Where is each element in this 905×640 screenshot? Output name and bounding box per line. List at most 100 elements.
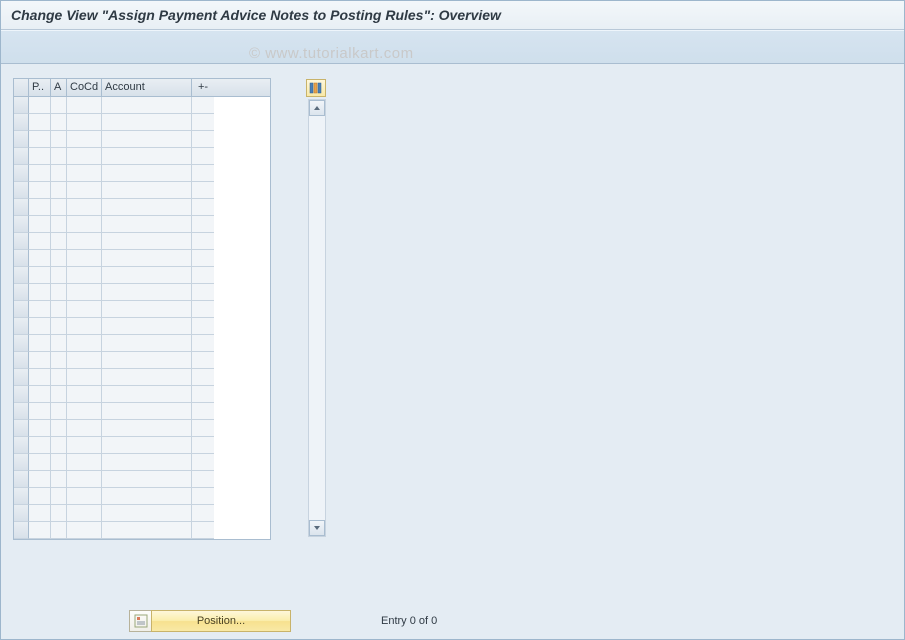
- cell-a[interactable]: [51, 318, 67, 335]
- cell-cocd[interactable]: [67, 454, 102, 471]
- cell-p[interactable]: [29, 114, 51, 131]
- table-row[interactable]: [14, 233, 270, 250]
- cell-p[interactable]: [29, 233, 51, 250]
- cell-cocd[interactable]: [67, 437, 102, 454]
- cell-plusminus[interactable]: [192, 386, 214, 403]
- table-row[interactable]: [14, 318, 270, 335]
- cell-cocd[interactable]: [67, 471, 102, 488]
- cell-a[interactable]: [51, 369, 67, 386]
- cell-p[interactable]: [29, 318, 51, 335]
- cell-p[interactable]: [29, 369, 51, 386]
- position-icon[interactable]: [129, 610, 151, 632]
- cell-a[interactable]: [51, 437, 67, 454]
- cell-plusminus[interactable]: [192, 488, 214, 505]
- cell-account[interactable]: [102, 437, 192, 454]
- cell-account[interactable]: [102, 233, 192, 250]
- table-row[interactable]: [14, 216, 270, 233]
- cell-account[interactable]: [102, 420, 192, 437]
- cell-a[interactable]: [51, 216, 67, 233]
- cell-plusminus[interactable]: [192, 335, 214, 352]
- cell-a[interactable]: [51, 131, 67, 148]
- cell-cocd[interactable]: [67, 267, 102, 284]
- vertical-scrollbar[interactable]: [308, 99, 326, 537]
- cell-p[interactable]: [29, 284, 51, 301]
- cell-account[interactable]: [102, 250, 192, 267]
- cell-account[interactable]: [102, 488, 192, 505]
- cell-a[interactable]: [51, 114, 67, 131]
- cell-p[interactable]: [29, 403, 51, 420]
- cell-account[interactable]: [102, 148, 192, 165]
- cell-a[interactable]: [51, 505, 67, 522]
- cell-account[interactable]: [102, 386, 192, 403]
- cell-plusminus[interactable]: [192, 182, 214, 199]
- cell-p[interactable]: [29, 471, 51, 488]
- cell-cocd[interactable]: [67, 148, 102, 165]
- cell-p[interactable]: [29, 437, 51, 454]
- table-row[interactable]: [14, 165, 270, 182]
- row-selector[interactable]: [14, 114, 29, 131]
- row-selector[interactable]: [14, 335, 29, 352]
- cell-p[interactable]: [29, 250, 51, 267]
- cell-a[interactable]: [51, 522, 67, 539]
- cell-plusminus[interactable]: [192, 114, 214, 131]
- cell-account[interactable]: [102, 335, 192, 352]
- cell-account[interactable]: [102, 454, 192, 471]
- cell-p[interactable]: [29, 386, 51, 403]
- cell-cocd[interactable]: [67, 522, 102, 539]
- cell-account[interactable]: [102, 97, 192, 114]
- table-row[interactable]: [14, 148, 270, 165]
- cell-cocd[interactable]: [67, 386, 102, 403]
- cell-cocd[interactable]: [67, 318, 102, 335]
- cell-account[interactable]: [102, 318, 192, 335]
- cell-a[interactable]: [51, 267, 67, 284]
- table-row[interactable]: [14, 454, 270, 471]
- cell-account[interactable]: [102, 505, 192, 522]
- cell-account[interactable]: [102, 199, 192, 216]
- cell-plusminus[interactable]: [192, 199, 214, 216]
- cell-plusminus[interactable]: [192, 352, 214, 369]
- row-selector[interactable]: [14, 437, 29, 454]
- cell-a[interactable]: [51, 148, 67, 165]
- table-row[interactable]: [14, 352, 270, 369]
- cell-a[interactable]: [51, 420, 67, 437]
- table-row[interactable]: [14, 505, 270, 522]
- cell-a[interactable]: [51, 403, 67, 420]
- cell-cocd[interactable]: [67, 199, 102, 216]
- cell-cocd[interactable]: [67, 114, 102, 131]
- table-row[interactable]: [14, 471, 270, 488]
- cell-plusminus[interactable]: [192, 454, 214, 471]
- cell-p[interactable]: [29, 97, 51, 114]
- col-header-a[interactable]: A: [51, 79, 67, 96]
- row-selector[interactable]: [14, 403, 29, 420]
- table-row[interactable]: [14, 335, 270, 352]
- table-row[interactable]: [14, 369, 270, 386]
- cell-p[interactable]: [29, 454, 51, 471]
- row-selector[interactable]: [14, 488, 29, 505]
- cell-account[interactable]: [102, 369, 192, 386]
- cell-account[interactable]: [102, 301, 192, 318]
- cell-plusminus[interactable]: [192, 165, 214, 182]
- row-selector[interactable]: [14, 250, 29, 267]
- cell-cocd[interactable]: [67, 301, 102, 318]
- cell-cocd[interactable]: [67, 403, 102, 420]
- cell-plusminus[interactable]: [192, 233, 214, 250]
- cell-a[interactable]: [51, 352, 67, 369]
- cell-plusminus[interactable]: [192, 301, 214, 318]
- cell-plusminus[interactable]: [192, 420, 214, 437]
- table-row[interactable]: [14, 284, 270, 301]
- col-header-account[interactable]: Account: [102, 79, 192, 96]
- cell-p[interactable]: [29, 131, 51, 148]
- row-selector[interactable]: [14, 454, 29, 471]
- row-selector[interactable]: [14, 505, 29, 522]
- cell-p[interactable]: [29, 182, 51, 199]
- row-selector[interactable]: [14, 148, 29, 165]
- cell-p[interactable]: [29, 335, 51, 352]
- cell-account[interactable]: [102, 471, 192, 488]
- table-row[interactable]: [14, 250, 270, 267]
- cell-plusminus[interactable]: [192, 97, 214, 114]
- table-row[interactable]: [14, 488, 270, 505]
- cell-a[interactable]: [51, 471, 67, 488]
- row-selector[interactable]: [14, 386, 29, 403]
- row-selector[interactable]: [14, 216, 29, 233]
- cell-a[interactable]: [51, 335, 67, 352]
